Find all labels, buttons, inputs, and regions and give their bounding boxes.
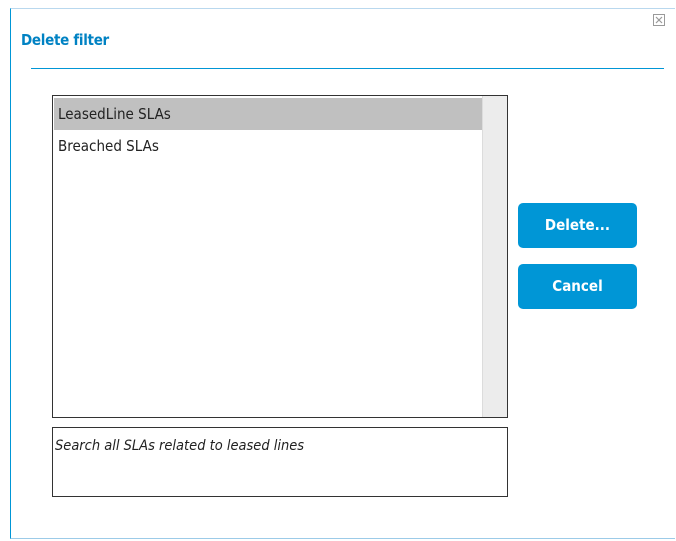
filter-list[interactable]: LeasedLine SLAs Breached SLAs — [52, 95, 508, 418]
filter-list-item-breached[interactable]: Breached SLAs — [54, 130, 482, 162]
title-divider — [31, 68, 664, 69]
filter-list-item-leasedline[interactable]: LeasedLine SLAs — [54, 98, 482, 130]
dialog-title: Delete filter — [21, 31, 109, 49]
filter-description-text: Search all SLAs related to leased lines — [55, 438, 305, 454]
cancel-button[interactable]: Cancel — [518, 264, 637, 309]
filter-list-scrollbar[interactable] — [482, 96, 507, 417]
delete-button[interactable]: Delete... — [518, 203, 637, 248]
close-icon[interactable] — [653, 14, 665, 26]
filter-description-box: Search all SLAs related to leased lines — [52, 427, 508, 497]
